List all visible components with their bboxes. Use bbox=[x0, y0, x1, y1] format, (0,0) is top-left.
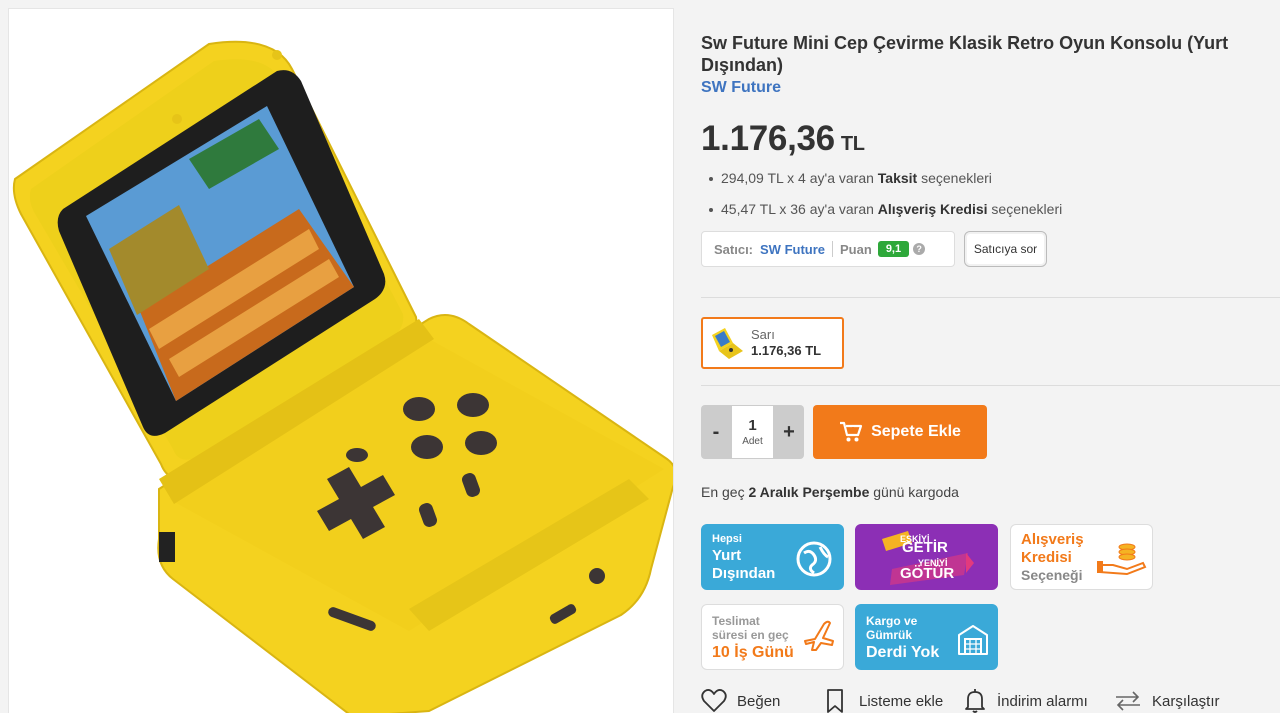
installment-suffix: seçenekleri bbox=[917, 170, 992, 186]
add-to-cart-label: Sepete Ekle bbox=[871, 423, 961, 440]
product-actions: Beğen Listeme ekle İndirim alarmı Karşıl… bbox=[701, 686, 1280, 713]
badge-trade-in[interactable]: ESKİYİ GETİR YENİYİ GÖTÜR bbox=[855, 524, 998, 590]
seller-info: Satıcı: SW Future Puan 9,1 ? bbox=[701, 231, 955, 267]
variant-option-selected[interactable]: Sarı 1.176,36 TL bbox=[701, 317, 844, 369]
badge-delivery-line1: Teslimat bbox=[712, 614, 760, 628]
badge-trade-in-line2: GETİR bbox=[902, 539, 948, 556]
add-to-list-label: Listeme ekle bbox=[859, 692, 944, 710]
installment-label: Taksit bbox=[877, 170, 918, 186]
add-to-list-button[interactable]: Listeme ekle bbox=[825, 686, 943, 713]
delivery-suffix: günü kargoda bbox=[869, 484, 959, 500]
seller-score-label: Puan bbox=[840, 241, 872, 257]
badge-import[interactable]: Hepsi Yurt Dışından bbox=[701, 524, 844, 590]
like-label: Beğen bbox=[737, 692, 781, 710]
coins-hand-icon bbox=[1097, 543, 1147, 575]
payment-options-list: 294,09 TL x 4 ay'a varan Taksit seçenekl… bbox=[707, 170, 1062, 232]
cart-icon bbox=[840, 421, 863, 442]
badge-credit-line2: Kredisi bbox=[1021, 549, 1072, 566]
divider bbox=[701, 385, 1280, 386]
quantity-decrease-button[interactable]: - bbox=[701, 421, 731, 444]
credit-label: Alışveriş Kredisi bbox=[877, 201, 988, 217]
installment-amount: 294,09 TL x 4 ay'a varan bbox=[721, 170, 878, 186]
delivery-info: En geç 2 Aralık Perşembe günü kargoda bbox=[701, 484, 959, 500]
product-title: Sw Future Mini Cep Çevirme Klasik Retro … bbox=[701, 33, 1229, 75]
badge-shopping-credit[interactable]: Alışveriş Kredisi Seçeneği bbox=[1010, 524, 1153, 590]
globe-icon bbox=[796, 541, 832, 577]
product-page: Sw Future Mini Cep Çevirme Klasik Retro … bbox=[0, 0, 1280, 713]
add-to-cart-button[interactable]: Sepete Ekle bbox=[813, 405, 987, 459]
credit-option[interactable]: 45,47 TL x 36 ay'a varan Alışveriş Kredi… bbox=[707, 201, 1062, 217]
badge-credit-line3: Seçeneği bbox=[1021, 567, 1083, 583]
variant-color: Sarı bbox=[751, 327, 775, 342]
badge-credit-line1: Alışveriş bbox=[1021, 531, 1084, 548]
heart-icon bbox=[701, 689, 727, 712]
badge-delivery-time[interactable]: Teslimat süresi en geç 10 İş Günü bbox=[701, 604, 844, 670]
ask-seller-button[interactable]: Satıcıya sor bbox=[964, 231, 1047, 267]
quantity-input[interactable]: 1 Adet bbox=[731, 405, 774, 459]
price-alarm-label: İndirim alarmı bbox=[997, 692, 1088, 710]
badge-customs-line2: Gümrük bbox=[866, 628, 913, 642]
delivery-prefix: En geç bbox=[701, 484, 749, 500]
divider bbox=[701, 297, 1280, 298]
price-alarm-button[interactable]: İndirim alarmı bbox=[963, 686, 1088, 713]
badge-delivery-line3: 10 İş Günü bbox=[712, 644, 794, 661]
like-button[interactable]: Beğen bbox=[701, 686, 780, 713]
product-image bbox=[12, 40, 673, 713]
product-image-panel[interactable] bbox=[8, 8, 674, 713]
airplane-icon bbox=[804, 620, 834, 651]
installment-option[interactable]: 294,09 TL x 4 ay'a varan Taksit seçenekl… bbox=[707, 170, 1062, 186]
quantity-increase-button[interactable]: + bbox=[774, 421, 804, 444]
help-icon[interactable]: ? bbox=[913, 243, 926, 255]
badge-trade-in-line4: GÖTÜR bbox=[900, 565, 955, 582]
quantity-value: 1 bbox=[748, 417, 757, 434]
badge-customs-line1: Kargo ve bbox=[866, 614, 918, 628]
credit-amount: 45,47 TL x 36 ay'a varan bbox=[721, 201, 878, 217]
badge-import-line1: Hepsi bbox=[712, 533, 742, 545]
badge-customs[interactable]: Kargo ve Gümrük Derdi Yok bbox=[855, 604, 998, 670]
seller-divider bbox=[832, 241, 834, 257]
compare-button[interactable]: Karşılaştır bbox=[1114, 686, 1220, 713]
variant-thumbnail bbox=[712, 328, 743, 359]
delivery-date: 2 Aralık Perşembe bbox=[748, 484, 870, 500]
badge-import-line2: Yurt bbox=[712, 547, 742, 564]
seller-name-link[interactable]: SW Future bbox=[760, 242, 825, 257]
warehouse-icon bbox=[958, 625, 988, 655]
badge-customs-line3: Derdi Yok bbox=[866, 644, 940, 661]
product-price: 1.176,36 TL bbox=[701, 119, 865, 159]
brand-link[interactable]: SW Future bbox=[701, 79, 1280, 97]
price-value: 1.176,36 bbox=[701, 119, 835, 158]
compare-label: Karşılaştır bbox=[1152, 692, 1220, 710]
badge-delivery-line2: süresi en geç bbox=[712, 628, 789, 642]
badge-import-line3: Dışından bbox=[712, 565, 776, 582]
variant-details: Sarı 1.176,36 TL bbox=[751, 327, 821, 359]
compare-arrows-icon bbox=[1116, 691, 1140, 711]
quantity-stepper: - 1 Adet + bbox=[701, 405, 804, 459]
product-info: Sw Future Mini Cep Çevirme Klasik Retro … bbox=[701, 32, 1280, 713]
credit-suffix: seçenekleri bbox=[987, 201, 1063, 217]
seller-label: Satıcı: bbox=[714, 241, 754, 257]
seller-score-badge: 9,1 bbox=[877, 241, 910, 257]
price-currency: TL bbox=[840, 133, 865, 155]
bookmark-icon bbox=[827, 689, 843, 713]
bell-icon bbox=[965, 689, 985, 713]
quantity-unit: Adet bbox=[742, 436, 763, 447]
variant-price: 1.176,36 TL bbox=[751, 343, 822, 358]
